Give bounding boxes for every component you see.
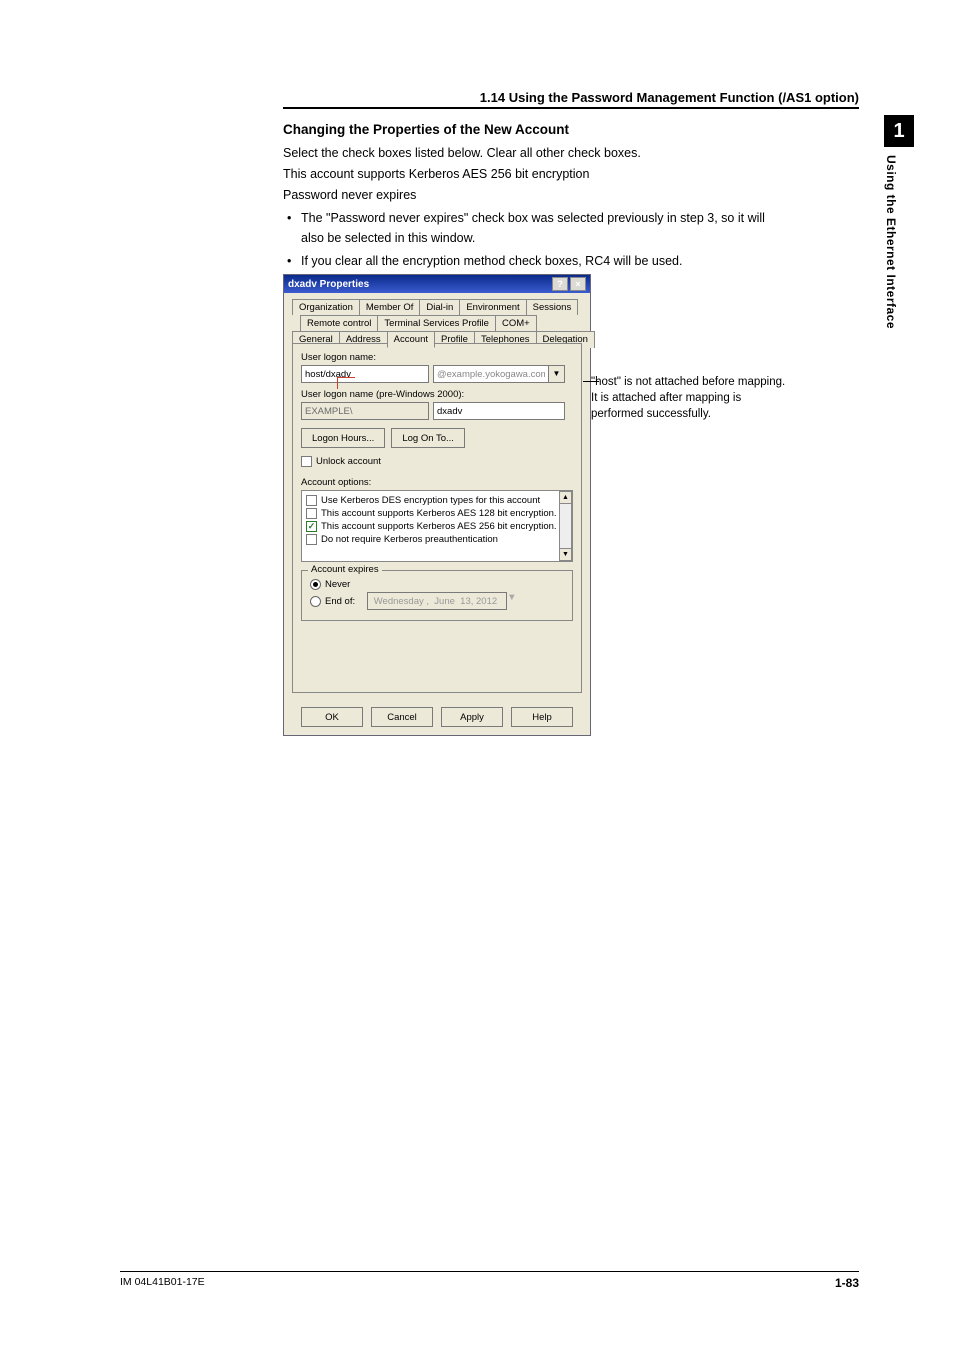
expires-never-label: Never [325, 579, 350, 590]
section-header: 1.14 Using the Password Management Funct… [283, 90, 859, 109]
opt-label: Do not require Kerberos preauthenticatio… [321, 534, 498, 545]
opt-aes256[interactable]: This account supports Kerberos AES 256 b… [306, 521, 558, 532]
tab-terminal-services[interactable]: Terminal Services Profile [377, 315, 496, 331]
properties-dialog: dxadv Properties ? × Organization Member… [283, 274, 591, 736]
checkbox-checked-icon [306, 521, 317, 532]
tab-account[interactable]: Account [387, 331, 435, 348]
cancel-button[interactable]: Cancel [371, 707, 433, 727]
tab-remote-control[interactable]: Remote control [300, 315, 378, 331]
chapter-side-label: Using the Ethernet Interface [884, 155, 898, 329]
help-icon[interactable]: ? [552, 277, 568, 291]
chapter-tab: 1 Using the Ethernet Interface [884, 115, 914, 329]
checkbox-icon [306, 534, 317, 545]
pre2000-domain-input [301, 402, 429, 420]
chevron-down-icon: ▼ [507, 592, 516, 610]
opt-aes128[interactable]: This account supports Kerberos AES 128 b… [306, 508, 558, 519]
opt-des[interactable]: Use Kerberos DES encryption types for th… [306, 495, 558, 506]
callout-mark [337, 377, 355, 389]
opt-no-preauth[interactable]: Do not require Kerberos preauthenticatio… [306, 534, 558, 545]
expires-end-of-label: End of: [325, 596, 355, 607]
callout-text: "host" is not attached before mapping. I… [591, 374, 851, 422]
logon-name-label: User logon name: [301, 352, 573, 363]
unlock-account-checkbox[interactable]: Unlock account [301, 456, 573, 467]
body-li2: If you clear all the encryption method c… [283, 252, 843, 271]
pre2000-user-input[interactable] [433, 402, 565, 420]
account-expires-group: Account expires Never End of: ▼ [301, 570, 573, 621]
account-tab-panel: User logon name: ▼ User logon name (pre-… [292, 343, 582, 693]
callout-l1: "host" is not attached before mapping. [591, 374, 851, 390]
chevron-down-icon[interactable]: ▼ [549, 365, 565, 383]
callout-l3: performed successfully. [591, 406, 851, 422]
body-p3: Password never expires [283, 186, 843, 205]
tab-com-plus[interactable]: COM+ [495, 315, 537, 331]
account-expires-title: Account expires [308, 564, 382, 575]
opt-label: This account supports Kerberos AES 128 b… [321, 508, 557, 519]
account-options-label: Account options: [301, 477, 573, 488]
chapter-number-box: 1 [884, 115, 914, 147]
body-p2: This account supports Kerberos AES 256 b… [283, 165, 843, 184]
footer-left: IM 04L41B01-17E [120, 1276, 205, 1290]
scroll-down-icon[interactable]: ▼ [559, 548, 572, 561]
tab-organization[interactable]: Organization [292, 299, 360, 315]
tab-member-of[interactable]: Member Of [359, 299, 421, 315]
tab-sessions[interactable]: Sessions [526, 299, 579, 315]
scroll-track[interactable] [559, 504, 572, 548]
radio-selected-icon [310, 579, 321, 590]
body-text: Changing the Properties of the New Accou… [283, 120, 843, 273]
footer-right: 1-83 [835, 1276, 859, 1290]
page-footer: IM 04L41B01-17E 1-83 [120, 1271, 859, 1290]
apply-button[interactable]: Apply [441, 707, 503, 727]
close-icon[interactable]: × [570, 277, 586, 291]
scroll-up-icon[interactable]: ▲ [559, 491, 572, 504]
account-options-list[interactable]: Use Kerberos DES encryption types for th… [301, 490, 573, 562]
help-button[interactable]: Help [511, 707, 573, 727]
end-of-date-input [367, 592, 507, 610]
tab-environment[interactable]: Environment [459, 299, 526, 315]
unlock-account-label: Unlock account [316, 456, 381, 467]
log-on-to-button[interactable]: Log On To... [391, 428, 465, 448]
checkbox-icon [306, 495, 317, 506]
opt-label: Use Kerberos DES encryption types for th… [321, 495, 540, 506]
checkbox-icon [306, 508, 317, 519]
callout-l2: It is attached after mapping is [591, 390, 851, 406]
opt-label: This account supports Kerberos AES 256 b… [321, 521, 557, 532]
body-li1-cont: also be selected in this window. [283, 229, 843, 248]
body-p1: Select the check boxes listed below. Cle… [283, 144, 843, 163]
dialog-tabs: Organization Member Of Dial-in Environme… [292, 299, 582, 339]
properties-figure: dxadv Properties ? × Organization Member… [283, 274, 843, 736]
dialog-title-bar: dxadv Properties ? × [284, 275, 590, 293]
ok-button[interactable]: OK [301, 707, 363, 727]
body-li1: The "Password never expires" check box w… [283, 209, 843, 228]
checkbox-icon [301, 456, 312, 467]
radio-icon [310, 596, 321, 607]
dialog-title: dxadv Properties [288, 279, 369, 290]
logon-domain-combo[interactable] [433, 365, 549, 383]
body-heading: Changing the Properties of the New Accou… [283, 120, 843, 140]
logon-hours-button[interactable]: Logon Hours... [301, 428, 385, 448]
tab-dial-in[interactable]: Dial-in [419, 299, 460, 315]
pre2000-label: User logon name (pre-Windows 2000): [301, 389, 573, 400]
expires-never-radio[interactable]: Never [310, 579, 564, 590]
logon-name-input[interactable] [301, 365, 429, 383]
expires-end-of-radio[interactable]: End of: ▼ [310, 592, 564, 610]
